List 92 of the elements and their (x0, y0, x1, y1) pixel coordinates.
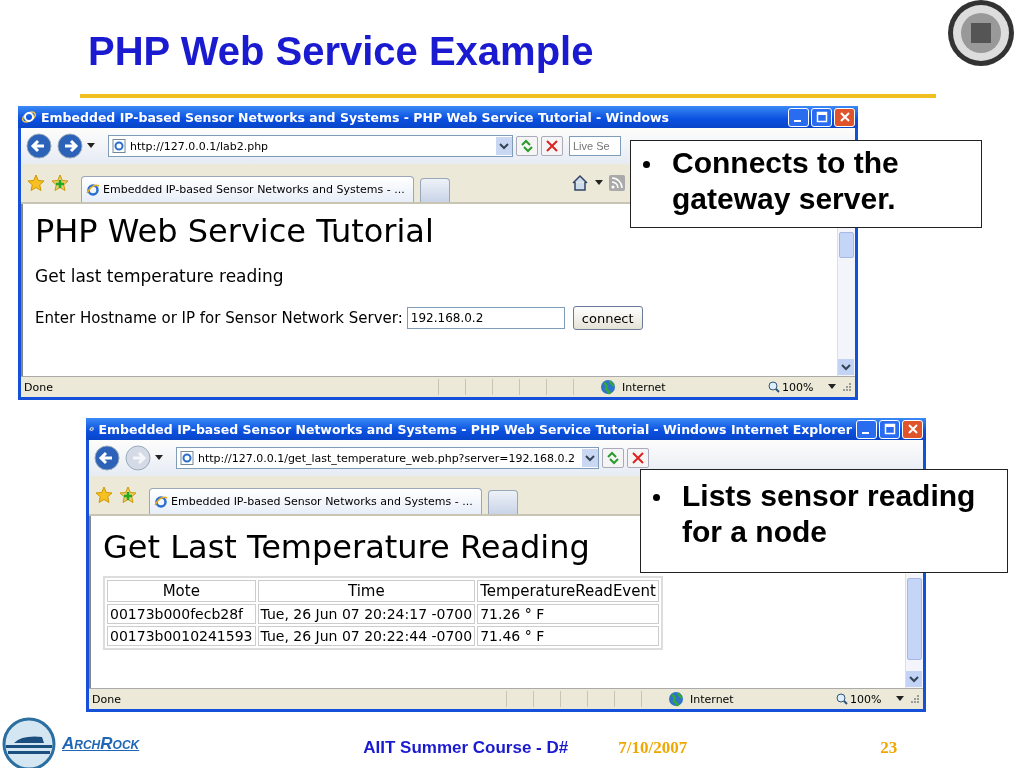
back-icon[interactable] (25, 132, 53, 160)
close-icon (906, 423, 919, 435)
forward-icon[interactable] (56, 132, 84, 160)
page-icon (180, 451, 194, 465)
maximize-icon (815, 111, 828, 123)
minimize-button[interactable] (788, 107, 809, 127)
zoom-level[interactable]: 100% (782, 380, 822, 394)
globe-icon (600, 379, 616, 395)
connect-button[interactable]: connect (572, 306, 643, 330)
slide-date: 7/10/2007 (618, 738, 688, 758)
stop-button[interactable] (541, 136, 563, 156)
company-logo-icon (2, 717, 56, 768)
dropdown-caret-icon[interactable] (896, 696, 904, 702)
home-icon[interactable] (571, 174, 589, 192)
favorites-star-icon[interactable] (95, 486, 113, 504)
table-cell: Tue, 26 Jun 07 20:22:44 -0700 (257, 626, 476, 646)
stop-icon (546, 140, 558, 152)
browser-tab[interactable]: Embedded IP-based Sensor Networks and Systems - ... (149, 488, 482, 514)
minimize-icon (861, 432, 869, 434)
dropdown-caret-icon[interactable] (155, 455, 163, 461)
feed-icon[interactable] (609, 175, 625, 191)
maximize-icon (883, 423, 896, 435)
section-heading: Get last temperature reading (35, 266, 285, 286)
resize-grip-icon[interactable] (842, 382, 852, 392)
browser-logo-icon (154, 494, 168, 509)
browser-logo-icon (86, 182, 100, 197)
bullet-icon (643, 161, 650, 168)
dropdown-caret-icon[interactable] (595, 180, 603, 186)
scroll-down-icon[interactable] (906, 671, 922, 687)
security-zone: Internet (690, 692, 735, 706)
stop-icon (632, 452, 644, 464)
status-text: Done (24, 380, 54, 394)
status-text: Done (92, 692, 122, 706)
slide-title: PHP Web Service Example (88, 28, 594, 74)
table-cell: 00173b0010241593 (107, 626, 256, 646)
course-name: AIIT Summer Course - D# (363, 738, 569, 758)
close-button[interactable] (834, 107, 855, 127)
close-icon (838, 111, 851, 123)
refresh-icon (520, 139, 534, 153)
hostname-field[interactable]: 192.168.0.2 (406, 307, 565, 329)
scrollbar[interactable] (905, 574, 923, 688)
page-heading: Get Last Temperature Reading (103, 528, 590, 566)
window-title: Embedded IP-based Sensor Networks and Systems - PHP Web Service Tutorial - Windows (41, 109, 671, 125)
security-zone: Internet (622, 380, 667, 394)
dropdown-caret-icon[interactable] (87, 143, 95, 149)
add-favorite-icon[interactable] (119, 486, 137, 504)
page-heading: PHP Web Service Tutorial (35, 212, 434, 250)
browser-tab[interactable]: Embedded IP-based Sensor Networks and Systems - ... (81, 176, 414, 202)
window-title: Embedded IP-based Sensor Networks and Systems - PHP Web Service Tutorial - Windows Internet Explorer (98, 421, 852, 437)
favorites-star-icon[interactable] (27, 174, 45, 192)
stop-button[interactable] (627, 448, 649, 468)
page-number: 23 (880, 738, 898, 758)
table-cell: Tue, 26 Jun 07 20:24:17 -0700 (257, 604, 476, 624)
maximize-button[interactable] (879, 419, 900, 439)
address-bar[interactable]: http://127.0.0.1/get_last_temperature_web.php?server=192.168.0.2 (176, 447, 599, 469)
maximize-button[interactable] (811, 107, 832, 127)
minimize-button[interactable] (856, 419, 877, 439)
search-field[interactable]: Live Se (569, 136, 621, 156)
dropdown-icon[interactable] (496, 137, 512, 155)
column-header: TemperatureReadEvent (477, 580, 659, 602)
column-header: Time (257, 580, 476, 602)
zoom-level[interactable]: 100% (850, 692, 890, 706)
scroll-down-icon[interactable] (838, 359, 854, 375)
seal-logo-icon (946, 0, 1016, 68)
column-header: Mote (107, 580, 256, 602)
add-favorite-icon[interactable] (51, 174, 69, 192)
refresh-button[interactable] (602, 448, 624, 468)
scroll-thumb[interactable] (907, 578, 922, 660)
callout-text: Lists sensor reading for a node (682, 478, 977, 550)
company-name: ArchRock (62, 734, 140, 754)
refresh-button[interactable] (516, 136, 538, 156)
refresh-icon (606, 451, 620, 465)
back-icon[interactable] (93, 444, 121, 472)
scrollbar[interactable] (837, 228, 855, 376)
zoom-icon[interactable] (768, 381, 780, 393)
resize-grip-icon[interactable] (910, 694, 920, 704)
minimize-icon (793, 120, 801, 122)
table-cell: 71.26 ° F (477, 604, 659, 624)
table-cell: 71.46 ° F (477, 626, 659, 646)
dropdown-icon[interactable] (582, 449, 598, 467)
page-icon (112, 139, 126, 153)
close-button[interactable] (902, 419, 923, 439)
browser-logo-icon (21, 109, 37, 125)
address-bar[interactable]: http://127.0.0.1/lab2.php (108, 135, 513, 157)
field-label: Enter Hostname or IP for Sensor Network Server: (35, 309, 403, 327)
dropdown-caret-icon[interactable] (828, 384, 836, 390)
table-cell: 00173b000fecb28f (107, 604, 256, 624)
bullet-icon (653, 494, 660, 501)
scroll-thumb[interactable] (839, 232, 854, 258)
callout-text: Connects to the gateway server. (672, 145, 900, 215)
globe-icon (668, 691, 684, 707)
zoom-icon[interactable] (836, 693, 848, 705)
